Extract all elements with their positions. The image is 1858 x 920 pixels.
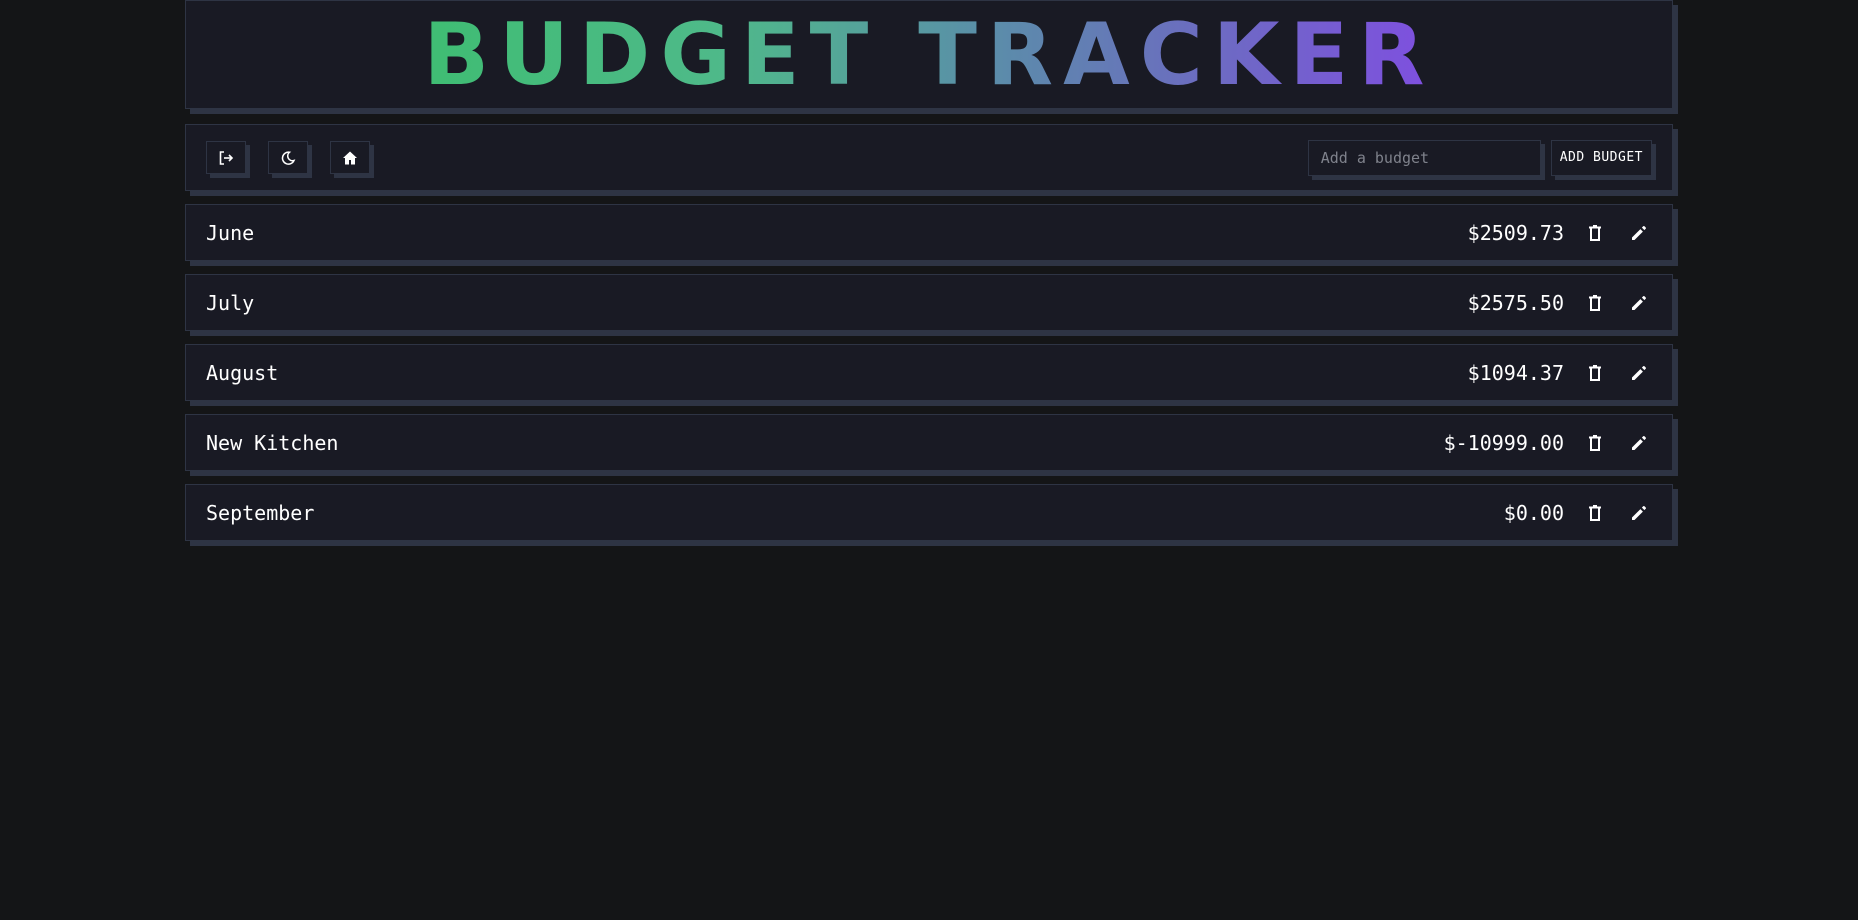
home-icon [343,151,357,164]
toolbar: ADD BUDGET [185,124,1673,191]
pencil-icon [1632,225,1646,240]
delete-button[interactable] [1582,290,1608,316]
logout-icon [219,150,234,165]
trash-icon [1589,504,1601,521]
budget-name: July [206,290,255,315]
pencil-icon [1632,295,1646,310]
budget-amount: $1094.37 [1467,360,1564,385]
home-button[interactable] [330,141,370,174]
trash-icon [1589,434,1601,451]
pencil-icon [1632,505,1646,520]
trash-icon [1589,294,1601,311]
budget-name: June [206,220,255,245]
budget-amount: $2509.73 [1467,220,1564,245]
trash-icon [1589,364,1601,381]
moon-icon [281,150,296,165]
budget-name: August [206,360,279,385]
budget-amount: $2575.50 [1467,290,1564,315]
pencil-icon [1632,365,1646,380]
list-item[interactable]: July $2575.50 [185,274,1673,331]
list-item[interactable]: New Kitchen $-10999.00 [185,414,1673,471]
budget-amount: $-10999.00 [1443,430,1564,455]
edit-button[interactable] [1626,500,1652,526]
budget-list: June $2509.73 July $2575.50 August $1094… [185,204,1673,541]
edit-button[interactable] [1626,290,1652,316]
list-item[interactable]: September $0.00 [185,484,1673,541]
trash-icon [1589,224,1601,241]
app-container: BUDGET TRACKER ADD BUDGET June $2509.7 [185,0,1673,554]
add-budget-input[interactable] [1307,139,1541,176]
header: BUDGET TRACKER [185,0,1673,109]
delete-button[interactable] [1582,500,1608,526]
pencil-icon [1632,435,1646,450]
budget-amount: $0.00 [1503,500,1564,525]
add-budget-button[interactable]: ADD BUDGET [1550,139,1652,176]
budget-name: New Kitchen [206,430,339,455]
delete-button[interactable] [1582,430,1608,456]
page-title: BUDGET TRACKER [423,4,1435,105]
delete-button[interactable] [1582,360,1608,386]
delete-button[interactable] [1582,220,1608,246]
theme-toggle-button[interactable] [268,141,308,174]
edit-button[interactable] [1626,220,1652,246]
budget-name: September [206,500,315,525]
edit-button[interactable] [1626,430,1652,456]
logout-button[interactable] [206,141,246,174]
list-item[interactable]: August $1094.37 [185,344,1673,401]
list-item[interactable]: June $2509.73 [185,204,1673,261]
edit-button[interactable] [1626,360,1652,386]
